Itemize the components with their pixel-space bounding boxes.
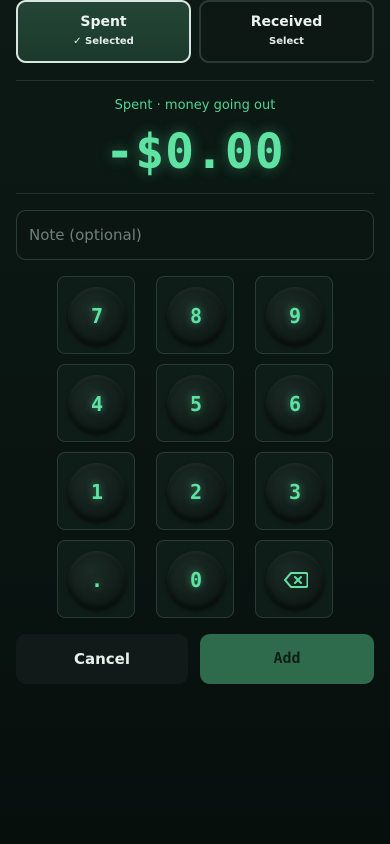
add-transaction-screen: Spent ✓ Selected Received Select Spent ·… [0,0,390,844]
key-1[interactable]: 1 [57,452,135,530]
amount-display: -$0.00 [105,124,285,180]
key-0[interactable]: 0 [156,540,234,618]
add-button[interactable]: Add [200,634,374,684]
key-8-label: 8 [167,287,225,345]
key-3[interactable]: 3 [255,452,333,530]
received-toggle-button[interactable]: Received Select [199,0,374,63]
key-2-label: 2 [167,463,225,521]
key-8[interactable]: 8 [156,276,234,354]
key-6-label: 6 [266,375,324,433]
key-6[interactable]: 6 [255,364,333,442]
key-3-label: 3 [266,463,324,521]
key-decimal[interactable]: . [57,540,135,618]
amount-divider [16,193,374,194]
received-status: Select [269,36,304,47]
top-divider [16,80,374,81]
keypad: 7 8 9 4 5 6 1 2 3 . 0 [57,276,333,618]
amount-caption: Spent · money going out [114,98,276,113]
spent-toggle-button[interactable]: Spent ✓ Selected [16,0,191,63]
type-toggle: Spent ✓ Selected Received Select [16,0,374,63]
key-4[interactable]: 4 [57,364,135,442]
key-9[interactable]: 9 [255,276,333,354]
key-decimal-label: . [68,551,126,609]
key-7[interactable]: 7 [57,276,135,354]
key-1-label: 1 [68,463,126,521]
key-0-label: 0 [167,551,225,609]
key-7-label: 7 [68,287,126,345]
backspace-icon [284,572,308,588]
received-title: Received [250,14,323,30]
key-5-label: 5 [167,375,225,433]
note-input[interactable] [16,210,374,260]
cancel-button[interactable]: Cancel [16,634,188,684]
spent-title: Spent [80,14,127,30]
key-2[interactable]: 2 [156,452,234,530]
spent-status: ✓ Selected [73,36,134,47]
key-4-label: 4 [68,375,126,433]
key-backspace[interactable] [255,540,333,618]
key-9-label: 9 [266,287,324,345]
key-5[interactable]: 5 [156,364,234,442]
